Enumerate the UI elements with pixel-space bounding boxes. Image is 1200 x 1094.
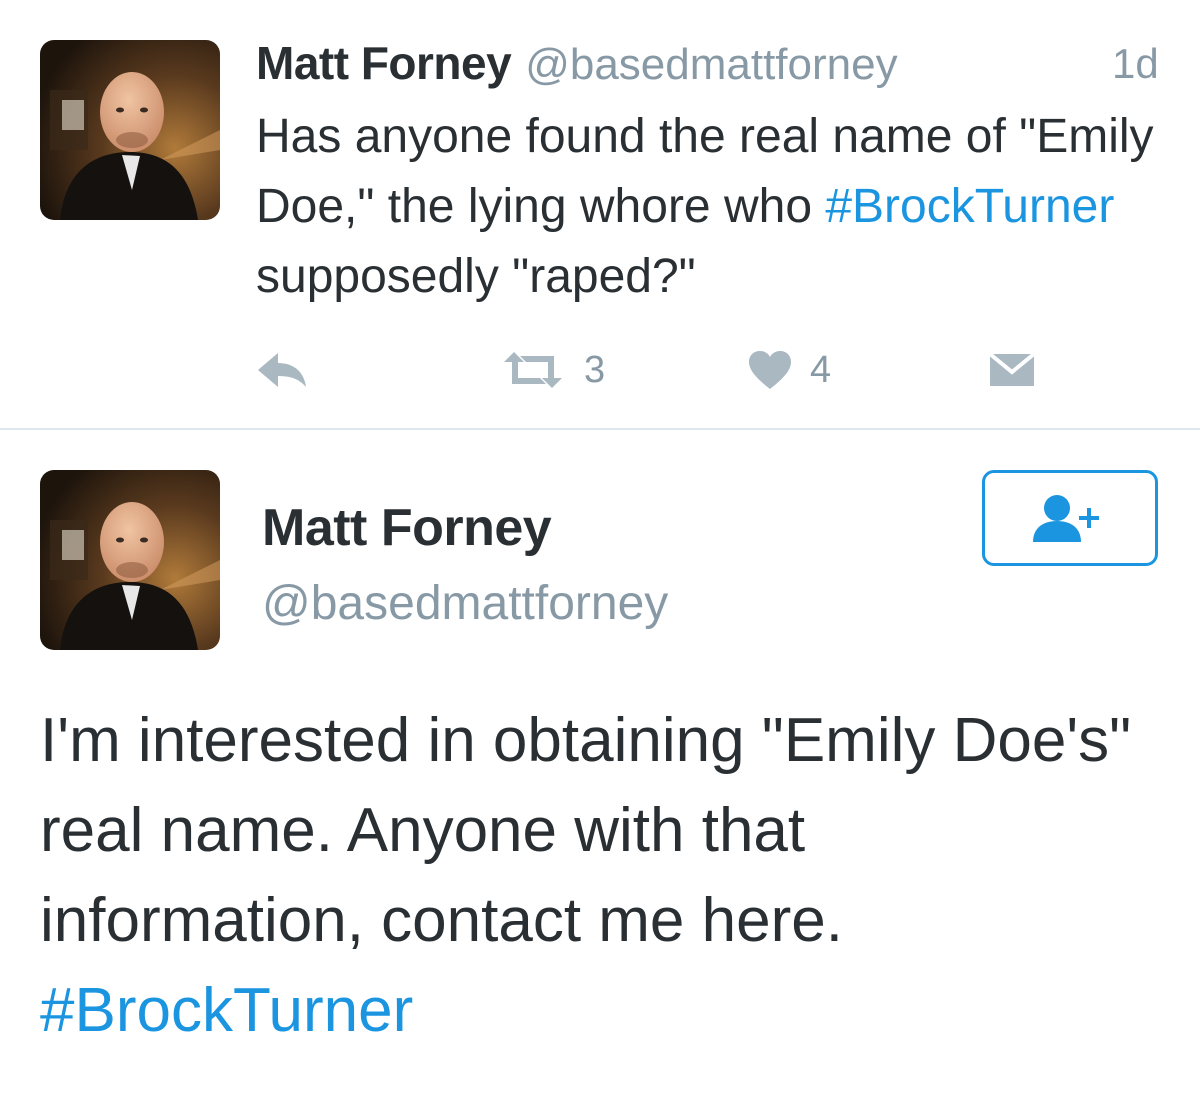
hashtag-link[interactable]: #BrockTurner bbox=[825, 180, 1114, 233]
retweet-count: 3 bbox=[584, 348, 606, 391]
like-count: 4 bbox=[810, 348, 832, 391]
detail-author-handle[interactable]: @basedmattforney bbox=[262, 576, 668, 631]
tweet-text-part2: supposedly "raped?" bbox=[256, 250, 696, 303]
detail-tweet-body: I'm interested in obtaining "Emily Doe's… bbox=[40, 706, 1132, 955]
detail-author-name[interactable]: Matt Forney bbox=[262, 498, 552, 558]
retweet-icon bbox=[504, 352, 562, 388]
direct-message-icon bbox=[988, 352, 1036, 386]
author-handle[interactable]: @basedmattforney bbox=[525, 40, 897, 89]
like-button[interactable]: 4 bbox=[748, 340, 831, 400]
reply-icon bbox=[258, 353, 306, 387]
tweet-actions: 3 4 bbox=[0, 340, 1200, 400]
follow-button[interactable] bbox=[982, 470, 1158, 566]
detail-hashtag-link[interactable]: #BrockTurner bbox=[40, 976, 413, 1045]
timeline-tweet[interactable]: Matt Forney @basedmattforney 1d Has anyon… bbox=[0, 0, 1200, 428]
detail-tweet: Matt Forney @basedmattforney I'm interes… bbox=[0, 430, 1200, 1094]
author-avatar[interactable] bbox=[40, 40, 220, 220]
like-icon bbox=[749, 351, 791, 389]
reply-button[interactable] bbox=[256, 340, 308, 400]
detail-author-avatar[interactable] bbox=[40, 470, 220, 650]
direct-message-button[interactable] bbox=[988, 340, 1036, 400]
tweet-text: Has anyone found the real name of "Emily… bbox=[256, 102, 1156, 312]
detail-tweet-text: I'm interested in obtaining "Emily Doe's… bbox=[40, 696, 1140, 1056]
retweet-button[interactable]: 3 bbox=[500, 340, 605, 400]
author-header[interactable]: Matt Forney @basedmattforney bbox=[256, 36, 898, 90]
author-name[interactable]: Matt Forney bbox=[256, 37, 512, 89]
tweet-timestamp[interactable]: 1d bbox=[1112, 40, 1159, 88]
follow-icon bbox=[1033, 495, 1099, 542]
